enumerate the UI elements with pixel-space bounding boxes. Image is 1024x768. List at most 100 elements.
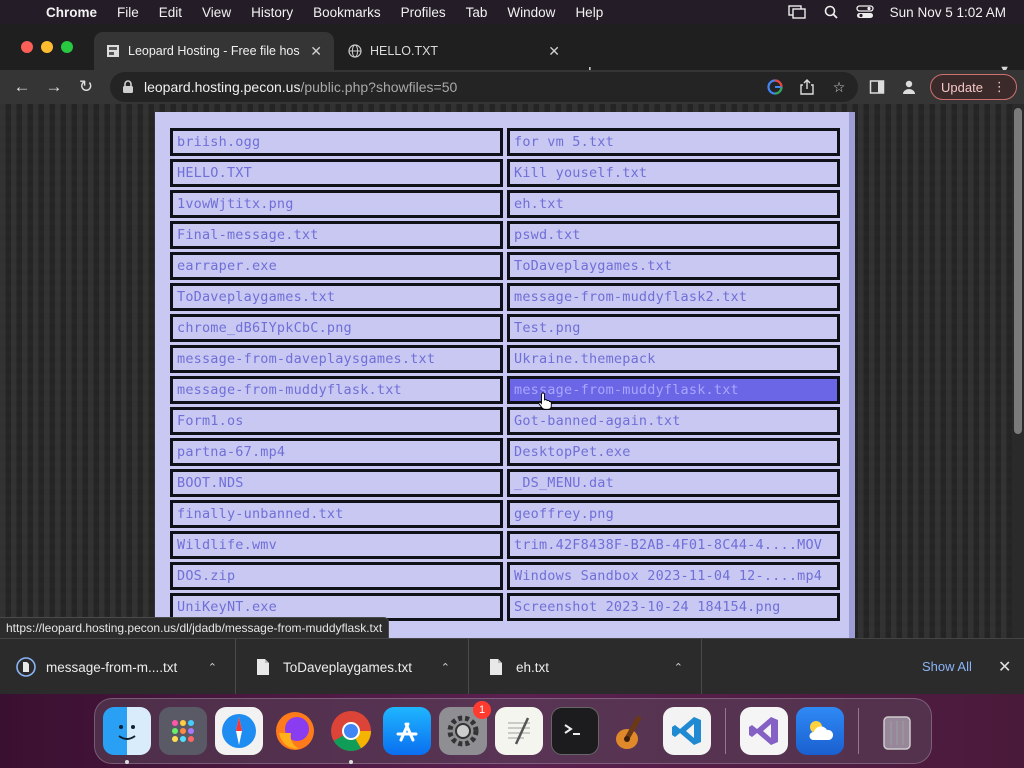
trash-icon[interactable]: [873, 707, 921, 755]
screen-mirroring-icon[interactable]: [787, 5, 806, 19]
file-link[interactable]: message-from-muddyflask.txt: [170, 376, 503, 404]
file-link[interactable]: DOS.zip: [170, 562, 503, 590]
menu-app-name[interactable]: Chrome: [42, 5, 107, 20]
chevron-up-icon[interactable]: ⌃: [674, 661, 683, 674]
menu-file[interactable]: File: [107, 5, 149, 20]
file-link[interactable]: Ukraine.themepack: [507, 345, 840, 373]
tab-leopard-hosting[interactable]: Leopard Hosting - Free file hos ✕: [94, 32, 334, 70]
chevron-up-icon[interactable]: ⌃: [208, 661, 217, 674]
chevron-up-icon[interactable]: ⌃: [441, 661, 450, 674]
file-link[interactable]: Got-banned-again.txt: [507, 407, 840, 435]
file-link[interactable]: 1vowWjtitx.png: [170, 190, 503, 218]
menu-help[interactable]: Help: [565, 5, 613, 20]
file-link[interactable]: eh.txt: [507, 190, 840, 218]
menu-view[interactable]: View: [192, 5, 241, 20]
file-link[interactable]: Kill youself.txt: [507, 159, 840, 187]
firefox-icon[interactable]: [271, 707, 319, 755]
page-scrollbar[interactable]: [1012, 104, 1024, 638]
close-shelf-icon[interactable]: ✕: [998, 657, 1011, 677]
menubar-clock[interactable]: Sun Nov 5 1:02 AM: [890, 5, 1006, 20]
file-document-icon: [16, 656, 36, 678]
running-indicator: [349, 760, 353, 764]
zoom-window-button[interactable]: [61, 41, 73, 53]
file-link[interactable]: chrome_dB6IYpkCbC.png: [170, 314, 503, 342]
side-panel-icon[interactable]: [866, 76, 888, 98]
close-tab-icon[interactable]: ✕: [310, 43, 322, 60]
google-lens-icon[interactable]: [766, 78, 784, 96]
reload-icon[interactable]: ↻: [70, 77, 102, 97]
tab-hello-txt[interactable]: HELLO.TXT ✕: [336, 32, 572, 70]
file-link[interactable]: earraper.exe: [170, 252, 503, 280]
textedit-icon[interactable]: [495, 707, 543, 755]
minimize-window-button[interactable]: [41, 41, 53, 53]
address-bar[interactable]: leopard.hosting.pecon.us/public.php?show…: [110, 72, 858, 102]
download-filename: ToDaveplaygames.txt: [283, 659, 413, 675]
launchpad-icon[interactable]: [159, 707, 207, 755]
dock-separator: [858, 708, 859, 754]
vscode-icon[interactable]: [663, 707, 711, 755]
update-chrome-button[interactable]: Update ⋮: [930, 74, 1017, 100]
download-item[interactable]: message-from-m....txt ⌃: [0, 639, 236, 695]
forward-arrow-icon[interactable]: →: [38, 77, 70, 97]
file-link[interactable]: ToDaveplaygames.txt: [170, 283, 503, 311]
page-favicon-icon: [106, 44, 120, 58]
file-link[interactable]: message-from-muddyflask2.txt: [507, 283, 840, 311]
weather-icon[interactable]: [796, 707, 844, 755]
macos-menu-bar: Chrome File Edit View History Bookmarks …: [0, 0, 1024, 24]
share-icon[interactable]: [798, 78, 816, 96]
terminal-icon[interactable]: [551, 707, 599, 755]
url-host: leopard.hosting.pecon.us: [144, 79, 301, 95]
file-document-icon: [486, 656, 506, 678]
file-link[interactable]: finally-unbanned.txt: [170, 500, 503, 528]
file-link[interactable]: trim.42F8438F-B2AB-4F01-8C44-4....MOV: [507, 531, 840, 559]
file-list-panel: briish.ogg for vm 5.txt HELLO.TXT Kill y…: [155, 112, 855, 638]
safari-icon[interactable]: [215, 707, 263, 755]
finder-icon[interactable]: [103, 707, 151, 764]
close-window-button[interactable]: [21, 41, 33, 53]
file-link[interactable]: _DS_MENU.dat: [507, 469, 840, 497]
menu-profiles[interactable]: Profiles: [391, 5, 456, 20]
file-link[interactable]: Test.png: [507, 314, 840, 342]
file-link[interactable]: ToDaveplaygames.txt: [507, 252, 840, 280]
file-link[interactable]: Windows Sandbox 2023-11-04 12-....mp4: [507, 562, 840, 590]
file-link[interactable]: BOOT.NDS: [170, 469, 503, 497]
menu-history[interactable]: History: [241, 5, 303, 20]
download-shelf: message-from-m....txt ⌃ ToDaveplaygames.…: [0, 638, 1024, 695]
dock-separator: [725, 708, 726, 754]
show-all-downloads-link[interactable]: Show All: [922, 659, 972, 674]
globe-icon: [348, 44, 362, 58]
file-link[interactable]: Final-message.txt: [170, 221, 503, 249]
menu-bookmarks[interactable]: Bookmarks: [303, 5, 391, 20]
file-link[interactable]: geoffrey.png: [507, 500, 840, 528]
download-item[interactable]: eh.txt ⌃: [470, 639, 702, 695]
file-link[interactable]: for vm 5.txt: [507, 128, 840, 156]
file-link[interactable]: partna-67.mp4: [170, 438, 503, 466]
menu-edit[interactable]: Edit: [149, 5, 192, 20]
profile-avatar-icon[interactable]: [898, 76, 920, 98]
download-item[interactable]: ToDaveplaygames.txt ⌃: [237, 639, 469, 695]
chrome-icon[interactable]: [327, 707, 375, 764]
bookmark-star-icon[interactable]: ☆: [830, 78, 848, 96]
app-store-icon[interactable]: [383, 707, 431, 755]
file-link-hovered[interactable]: message-from-muddyflask.txt: [507, 376, 840, 404]
download-filename: eh.txt: [516, 659, 550, 675]
file-link[interactable]: DesktopPet.exe: [507, 438, 840, 466]
file-link[interactable]: briish.ogg: [170, 128, 503, 156]
close-tab-icon[interactable]: ✕: [548, 43, 560, 60]
file-link[interactable]: HELLO.TXT: [170, 159, 503, 187]
control-center-icon[interactable]: [856, 5, 874, 19]
file-link[interactable]: Form1.os: [170, 407, 503, 435]
scrollbar-thumb[interactable]: [1014, 108, 1022, 434]
file-link[interactable]: pswd.txt: [507, 221, 840, 249]
visual-studio-icon[interactable]: [740, 707, 788, 755]
menu-window[interactable]: Window: [497, 5, 565, 20]
garageband-icon[interactable]: [607, 707, 655, 755]
lock-icon[interactable]: [122, 80, 136, 94]
back-arrow-icon[interactable]: ←: [6, 77, 38, 97]
file-link[interactable]: Screenshot 2023-10-24 184154.png: [507, 593, 840, 621]
file-link[interactable]: message-from-daveplaysgames.txt: [170, 345, 503, 373]
menu-tab[interactable]: Tab: [456, 5, 498, 20]
spotlight-search-icon[interactable]: [822, 5, 840, 19]
file-link[interactable]: Wildlife.wmv: [170, 531, 503, 559]
system-settings-icon[interactable]: 1: [439, 701, 491, 755]
